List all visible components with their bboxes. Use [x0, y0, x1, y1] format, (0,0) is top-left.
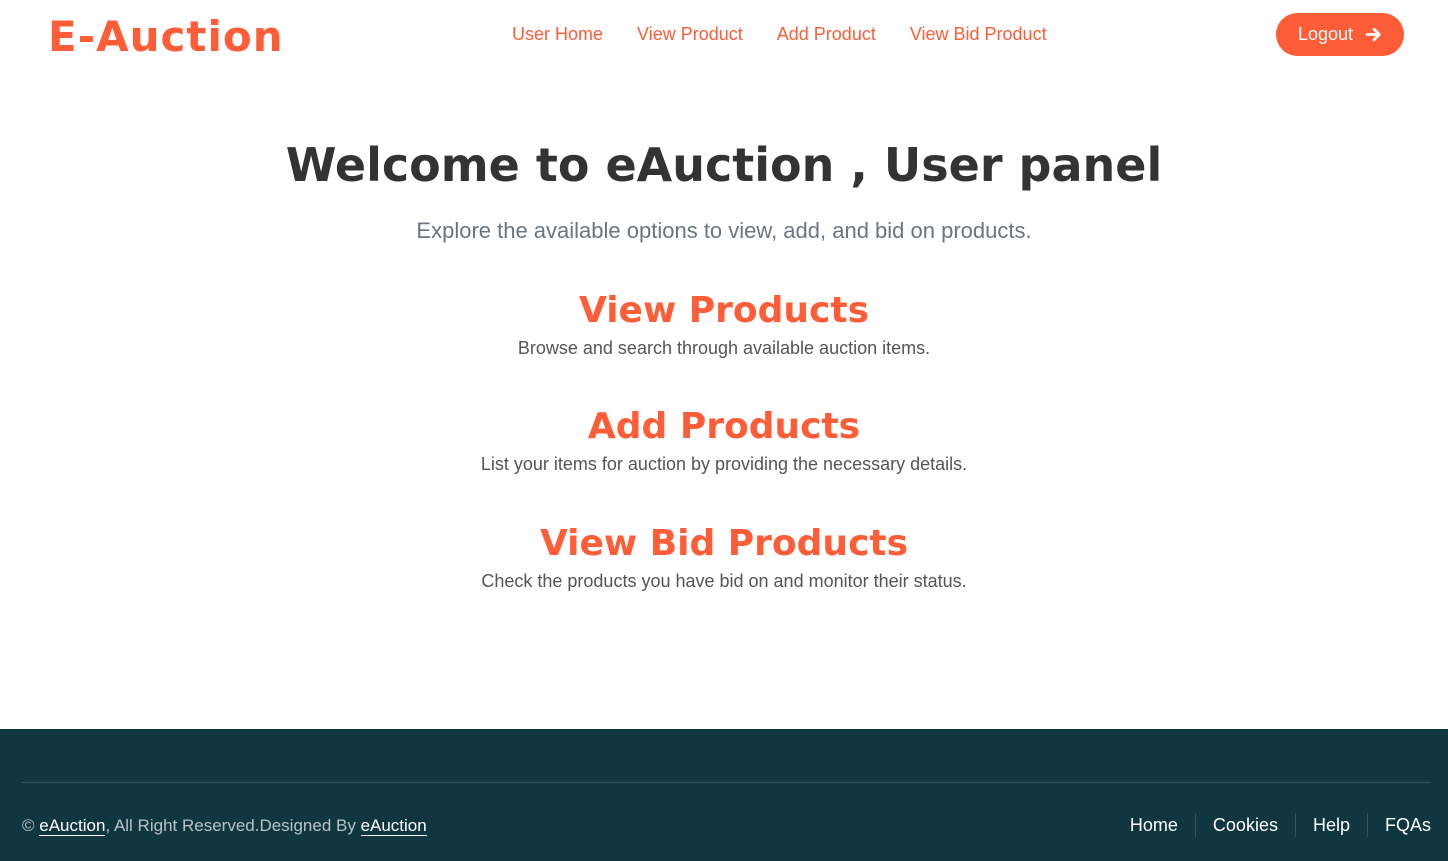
option-view-products: View Products Browse and search through …: [0, 288, 1448, 360]
copyright-text: © eAuction, All Right Reserved.Designed …: [22, 815, 427, 837]
logout-label: Logout: [1297, 24, 1354, 44]
user-panel-main: Welcome to eAuction , User panel Explore…: [0, 130, 1448, 591]
footer-links: Home Cookies Help FQAs: [1113, 813, 1431, 837]
option-view-bid-products-description: Check the products you have bid on and m…: [481, 571, 967, 591]
top-navbar: E-Auction User Home View Product Add Pro…: [0, 0, 1448, 70]
option-view-products-description: Browse and search through available auct…: [517, 338, 931, 358]
footer-link-fqas[interactable]: FQAs: [1368, 813, 1431, 837]
footer-link-help[interactable]: Help: [1296, 813, 1368, 837]
option-add-products: Add Products List your items for auction…: [0, 404, 1448, 476]
footer-brand-link[interactable]: eAuction: [39, 816, 106, 836]
option-add-products-description: List your items for auction by providing…: [480, 454, 968, 474]
logout-button[interactable]: Logout: [1276, 13, 1404, 56]
footer-link-cookies[interactable]: Cookies: [1196, 813, 1296, 837]
footer: © eAuction, All Right Reserved.Designed …: [0, 729, 1448, 861]
page-title: Welcome to eAuction , User panel: [285, 138, 1163, 192]
rights-text: , All Right Reserved.Designed By: [105, 816, 361, 835]
nav-view-product[interactable]: View Product: [620, 20, 760, 48]
brand-logo[interactable]: E-Auction: [48, 8, 284, 66]
option-add-products-title[interactable]: Add Products: [0, 404, 1448, 450]
footer-link-home[interactable]: Home: [1113, 813, 1196, 837]
nav-add-product[interactable]: Add Product: [760, 20, 893, 48]
copyright-symbol: ©: [22, 816, 35, 835]
footer-divider: [22, 782, 1431, 783]
nav-user-home[interactable]: User Home: [495, 20, 620, 48]
option-view-products-title[interactable]: View Products: [0, 288, 1448, 334]
option-view-bid-products-title[interactable]: View Bid Products: [0, 521, 1448, 567]
page-subtitle: Explore the available options to view, a…: [416, 218, 1032, 243]
nav-view-bid-product[interactable]: View Bid Product: [893, 20, 1064, 48]
footer-designer-link[interactable]: eAuction: [360, 816, 427, 836]
arrow-right-icon: [1365, 26, 1382, 43]
option-view-bid-products: View Bid Products Check the products you…: [0, 521, 1448, 593]
main-nav: User Home View Product Add Product View …: [495, 20, 1064, 48]
